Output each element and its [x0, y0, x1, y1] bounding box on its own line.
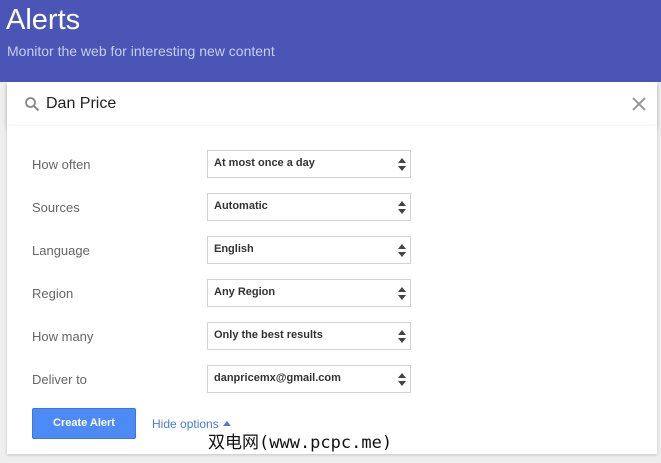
alert-options-panel: How often At most once a day Sources Aut… — [7, 126, 657, 454]
select-arrows-icon — [398, 244, 406, 257]
deliver-to-select[interactable]: danpricemx@gmail.com — [207, 365, 411, 393]
option-label-sources: Sources — [32, 200, 80, 215]
select-value: At most once a day — [214, 157, 315, 169]
page-subtitle: Monitor the web for interesting new cont… — [7, 43, 275, 59]
page-title: Alerts — [6, 4, 81, 36]
option-label-language: Language — [32, 243, 90, 258]
close-icon[interactable] — [630, 95, 648, 113]
search-icon — [25, 97, 40, 112]
select-arrows-icon — [398, 201, 406, 214]
create-alert-button[interactable]: Create Alert — [32, 408, 136, 439]
select-arrows-icon — [398, 373, 406, 386]
select-value: Automatic — [214, 200, 268, 212]
select-value: English — [214, 243, 254, 255]
select-arrows-icon — [398, 158, 406, 171]
option-label-how-many: How many — [32, 329, 94, 344]
option-label-deliver-to: Deliver to — [32, 372, 87, 387]
option-label-how-often: How often — [32, 157, 91, 172]
language-select[interactable]: English — [207, 236, 411, 264]
how-many-select[interactable]: Only the best results — [207, 322, 411, 350]
select-value: Only the best results — [214, 329, 323, 341]
how-often-select[interactable]: At most once a day — [207, 150, 411, 178]
region-select[interactable]: Any Region — [207, 279, 411, 307]
search-bar[interactable]: Dan Price — [7, 82, 657, 126]
select-value: Any Region — [214, 286, 276, 298]
caret-up-icon — [222, 421, 231, 426]
app-header: Alerts Monitor the web for interesting n… — [0, 0, 661, 82]
select-arrows-icon — [398, 330, 406, 343]
watermark: 双电网(www.pcpc.me) — [208, 433, 393, 453]
option-label-region: Region — [32, 286, 74, 301]
sources-select[interactable]: Automatic — [207, 193, 411, 221]
search-input[interactable]: Dan Price — [46, 95, 116, 113]
select-value: danpricemx@gmail.com — [214, 372, 341, 384]
select-arrows-icon — [398, 287, 406, 300]
